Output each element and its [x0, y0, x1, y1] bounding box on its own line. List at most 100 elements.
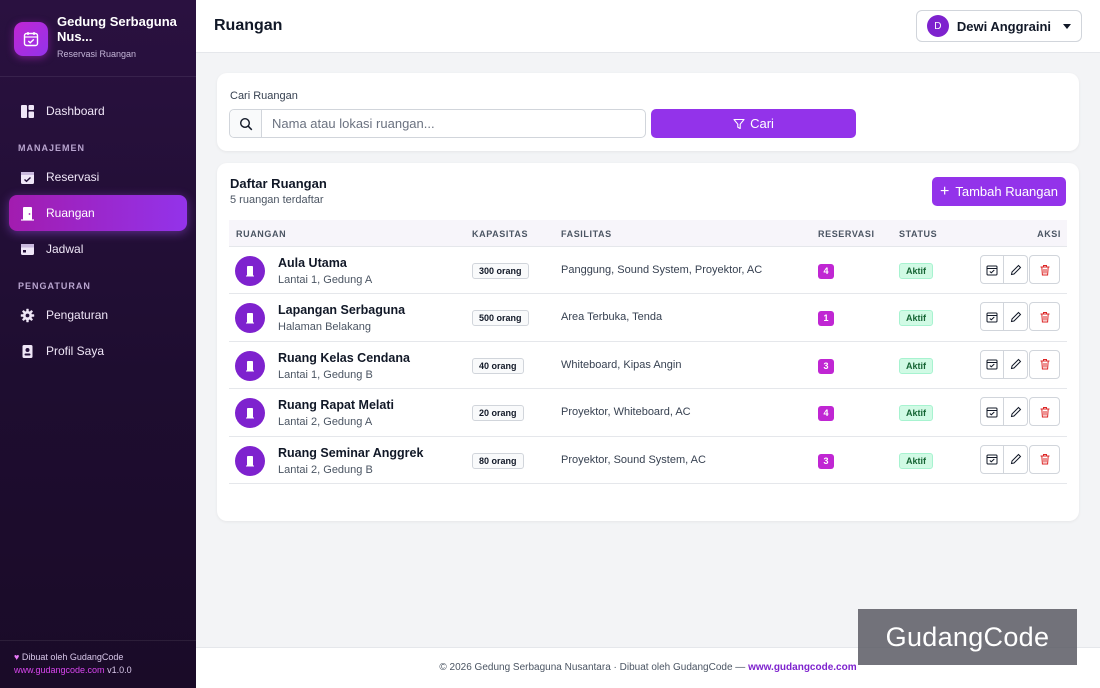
- caret-down-icon: [1063, 23, 1071, 29]
- schedule-button[interactable]: [980, 349, 1004, 379]
- door-icon: [235, 445, 265, 476]
- facilities-text: Proyektor, Whiteboard, AC: [561, 406, 691, 419]
- room-name: Ruang Seminar Anggrek: [278, 445, 424, 460]
- room-location: Lantai 1, Gedung B: [278, 368, 373, 381]
- row-actions: [980, 444, 1060, 474]
- watermark: GudangCode: [858, 609, 1077, 665]
- calendar-icon: [986, 312, 998, 323]
- sidebar-item-label: Dashboard: [46, 104, 105, 118]
- sidebar-footer-credit: Dibuat oleh GudangCode: [21, 652, 124, 662]
- column-header-aksi: AKSI: [1037, 229, 1061, 239]
- search-group: [229, 109, 646, 138]
- schedule-button[interactable]: [980, 255, 1004, 284]
- sidebar: Gedung Serbaguna Nus... Reservasi Ruanga…: [0, 0, 196, 688]
- schedule-button[interactable]: [980, 444, 1004, 474]
- delete-button[interactable]: [1029, 349, 1060, 379]
- calendar-icon: [20, 242, 35, 257]
- calendar-check-icon: [20, 170, 35, 185]
- table-row: Aula Utama Lantai 1, Gedung A 300 orang …: [229, 247, 1067, 295]
- list-title: Daftar Ruangan: [230, 176, 327, 191]
- footer-text: © 2026 Gedung Serbaguna Nusantara · Dibu…: [439, 662, 746, 673]
- sidebar-item-dashboard[interactable]: Dashboard: [9, 93, 187, 129]
- sidebar-item-label: Jadwal: [46, 242, 84, 256]
- pencil-icon: [1010, 359, 1021, 370]
- calendar-check-icon: [14, 22, 48, 56]
- table-row: Ruang Rapat Melati Lantai 2, Gedung A 20…: [229, 389, 1067, 437]
- filter-icon: [733, 118, 745, 129]
- column-header-reservasi: RESERVASI: [818, 229, 875, 239]
- add-room-button[interactable]: + Tambah Ruangan: [932, 177, 1066, 206]
- delete-button[interactable]: [1029, 444, 1060, 474]
- column-header-status: STATUS: [899, 229, 938, 239]
- reservation-count-badge: 3: [818, 358, 834, 374]
- delete-button[interactable]: [1029, 255, 1060, 284]
- column-header-kapasitas: KAPASITAS: [472, 229, 529, 239]
- room-location: Halaman Belakang: [278, 321, 371, 334]
- status-badge: Aktif: [899, 310, 933, 327]
- delete-button[interactable]: [1029, 397, 1060, 427]
- sidebar-footer-link[interactable]: www.gudangcode.com: [14, 665, 105, 675]
- status-badge: Aktif: [899, 263, 933, 279]
- reservation-count-badge: 4: [818, 406, 834, 422]
- sidebar-item-pengaturan[interactable]: Pengaturan: [9, 297, 187, 333]
- table-row: Ruang Kelas Cendana Lantai 1, Gedung B 4…: [229, 342, 1067, 390]
- room-list-card: Daftar Ruangan 5 ruangan terdaftar + Tam…: [217, 163, 1079, 521]
- edit-button[interactable]: [1004, 302, 1028, 332]
- table-body: Aula Utama Lantai 1, Gedung A 300 orang …: [229, 247, 1067, 484]
- search-card: Cari Ruangan Cari: [217, 73, 1079, 151]
- brand-subtitle: Reservasi Ruangan: [57, 49, 137, 59]
- facilities-text: Whiteboard, Kipas Angin: [561, 358, 682, 371]
- status-badge: Aktif: [899, 405, 933, 422]
- trash-icon: [1040, 406, 1049, 418]
- sidebar-item-ruangan[interactable]: Ruangan: [9, 195, 187, 231]
- row-actions: [980, 397, 1060, 427]
- page-title: Ruangan: [214, 17, 283, 34]
- table-header: RUANGAN KAPASITAS FASILITAS RESERVASI ST…: [229, 220, 1067, 247]
- capacity-badge: 20 orang: [472, 405, 524, 422]
- brand[interactable]: Gedung Serbaguna Nus... Reservasi Ruanga…: [0, 0, 196, 77]
- search-button-label: Cari: [750, 116, 774, 131]
- room-name: Aula Utama: [278, 256, 347, 270]
- id-badge-icon: [20, 344, 35, 359]
- heart-icon: ♥: [14, 652, 20, 662]
- facilities-text: Proyektor, Sound System, AC: [561, 453, 706, 466]
- room-name: Lapangan Serbaguna: [278, 303, 406, 318]
- edit-button[interactable]: [1004, 397, 1028, 427]
- edit-button[interactable]: [1004, 444, 1028, 474]
- top-header: Ruangan D Dewi Anggraini: [196, 0, 1100, 53]
- search-input[interactable]: [262, 110, 645, 137]
- door-icon: [235, 256, 265, 286]
- sidebar-item-label: Ruangan: [46, 206, 95, 220]
- trash-icon: [1040, 454, 1049, 465]
- schedule-button[interactable]: [980, 397, 1004, 427]
- door-icon: [235, 350, 265, 381]
- sidebar-item-label: Reservasi: [46, 170, 100, 184]
- sidebar-section-manajemen: MANAJEMEN: [18, 143, 86, 153]
- door-icon: [235, 398, 265, 429]
- row-actions: [980, 349, 1060, 379]
- sidebar-nav: Dashboard MANAJEMEN Reservasi Ruangan Ja…: [0, 77, 196, 369]
- sidebar-item-jadwal[interactable]: Jadwal: [9, 231, 187, 267]
- pencil-icon: [1010, 264, 1021, 275]
- sidebar-item-label: Profil Saya: [46, 344, 105, 358]
- row-actions: [980, 302, 1060, 332]
- sidebar-item-profil[interactable]: Profil Saya: [9, 333, 187, 369]
- delete-button[interactable]: [1029, 302, 1060, 332]
- sidebar-item-reservasi[interactable]: Reservasi: [9, 159, 187, 195]
- user-menu-button[interactable]: D Dewi Anggraini: [915, 10, 1082, 42]
- table-row: Ruang Seminar Anggrek Lantai 2, Gedung B…: [229, 437, 1067, 484]
- capacity-badge: 500 orang: [472, 310, 529, 327]
- footer-link[interactable]: www.gudangcode.com: [748, 662, 857, 673]
- calendar-icon: [986, 407, 998, 418]
- pencil-icon: [1010, 453, 1021, 465]
- edit-button[interactable]: [1004, 349, 1028, 379]
- sidebar-item-label: Pengaturan: [46, 308, 109, 322]
- list-subtitle: 5 ruangan terdaftar: [230, 194, 324, 206]
- edit-button[interactable]: [1004, 255, 1028, 284]
- user-name: Dewi Anggraini: [956, 18, 1051, 34]
- calendar-icon: [986, 454, 998, 465]
- schedule-button[interactable]: [980, 302, 1004, 332]
- reservation-count-badge: 3: [818, 453, 834, 469]
- brand-name-line1: Gedung Serbaguna: [57, 14, 177, 29]
- search-button[interactable]: Cari: [651, 109, 856, 138]
